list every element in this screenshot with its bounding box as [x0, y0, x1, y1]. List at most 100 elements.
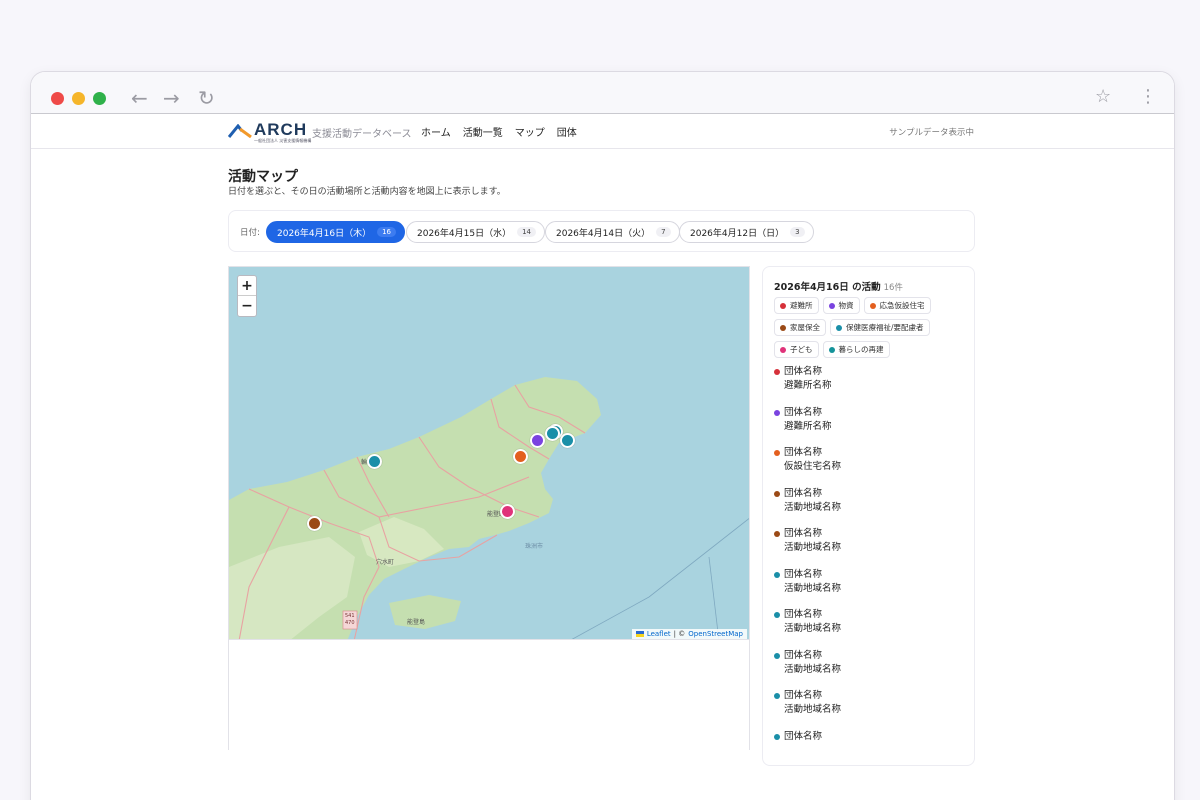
attribution-separator: | © [673, 630, 686, 638]
activity-place: 活動地域名称 [784, 542, 842, 553]
map-marker[interactable] [367, 454, 382, 469]
date-chip-0416[interactable]: 2026年4月16日（木） 16 [266, 221, 406, 243]
minimize-window-button[interactable] [72, 92, 85, 105]
activity-item[interactable]: 団体名称 活動地域名称 [774, 566, 969, 607]
activity-org: 団体名称 [784, 487, 823, 499]
activity-org: 団体名称 [784, 690, 823, 701]
nav-link-organizations[interactable]: 団体 [557, 124, 577, 139]
activity-item[interactable]: 団体名称 活動地域名称 [774, 687, 969, 728]
category-dot-icon [774, 652, 780, 659]
category-dot-icon [774, 531, 780, 537]
category-dot-icon [774, 693, 780, 699]
nav-link-home[interactable]: ホーム [421, 124, 451, 139]
date-chip-count: 14 [517, 227, 537, 237]
supplies-dot-icon [828, 302, 835, 309]
activity-item[interactable]: 団体名称仮設住宅名称 [774, 444, 969, 485]
category-dot-icon [774, 571, 780, 578]
date-chip-0412[interactable]: 2026年4月12日（日） 3 [679, 221, 814, 243]
activity-item[interactable]: 団体名称 避難所名称 [774, 404, 969, 445]
legend-tag-shelter[interactable]: 避難所 [774, 297, 819, 314]
map-attribution: Leaflet | © OpenStreetMap [631, 629, 747, 639]
activity-item[interactable]: 団体名称活動地域名称 [774, 485, 969, 526]
activity-panel: 2026年4月16日 の活動 16件 避難所 物資 応急仮設住宅 家屋保全 保健医… [762, 266, 975, 766]
legend-label: 家屋保全 [790, 323, 820, 332]
map-label-anamizu: 穴水町 [376, 559, 395, 566]
date-chip-label: 2026年4月14日（火） [556, 228, 651, 239]
category-legend: 避難所 物資 応急仮設住宅 家屋保全 保健医療福祉/要配慮者 子ども 暮らしの再… [774, 297, 969, 358]
activity-place: 活動地域名称 [784, 623, 842, 634]
date-chip-0415[interactable]: 2026年4月15日（水） 14 [406, 221, 546, 243]
date-chip-label: 2026年4月12日（日） [690, 228, 785, 239]
legend-tag-healthcare[interactable]: 保健医療福祉/要配慮者 [830, 319, 930, 336]
forward-arrow-icon[interactable]: → [163, 86, 180, 110]
date-chip-0414[interactable]: 2026年4月14日（火） 7 [545, 221, 680, 243]
ukraine-flag-icon [635, 631, 644, 637]
nav-link-activities[interactable]: 活動一覧 [463, 124, 503, 139]
close-window-button[interactable] [51, 92, 64, 105]
legend-tag-house[interactable]: 家屋保全 [774, 319, 826, 336]
healthcare-dot-icon [836, 324, 842, 331]
activity-org: 団体名称 [784, 447, 823, 458]
map-marker[interactable] [513, 449, 528, 464]
back-arrow-icon[interactable]: ← [131, 86, 148, 110]
map-marker[interactable] [500, 504, 515, 519]
logo-subtext: 一般社団法人 災害支援情報機構 [254, 138, 312, 143]
map-marker[interactable] [560, 433, 575, 448]
map-marker[interactable] [530, 433, 545, 448]
temp-housing-dot-icon [869, 302, 876, 309]
shelter-dot-icon [780, 302, 786, 309]
legend-label: 物資 [838, 301, 854, 310]
activity-item[interactable]: 団体名称 避難所名称 [774, 363, 969, 404]
leaflet-link[interactable]: Leaflet [647, 630, 671, 638]
activity-org: 団体名称 [784, 528, 823, 539]
nav-link-map[interactable]: マップ [515, 124, 545, 139]
legend-tag-rebuild[interactable]: 暮らしの再建 [822, 341, 890, 358]
legend-label: 保健医療福祉/要配慮者 [846, 323, 924, 332]
more-menu-icon[interactable]: ⋮ [1139, 86, 1157, 107]
arch-logo-icon [228, 124, 252, 138]
page-description: 日付を選ぶと、その日の活動場所と活動内容を地図上に表示します。 [228, 187, 506, 197]
legend-label: 避難所 [790, 301, 813, 310]
map-marker[interactable] [307, 516, 322, 531]
panel-title-text: 2026年4月16日 の活動 [774, 282, 881, 293]
legend-tag-temp-housing[interactable]: 応急仮設住宅 [863, 297, 931, 314]
map-marker[interactable] [545, 426, 560, 441]
arch-logo[interactable]: ARCH 一般社団法人 災害支援情報機構 [228, 120, 312, 144]
activity-place: 仮設住宅名称 [784, 461, 842, 472]
map-label-notojima: 能登島 [407, 619, 426, 626]
activity-count: 16件 [883, 283, 903, 293]
activity-place: 避難所名称 [784, 380, 832, 391]
activity-org: 団体名称 [784, 609, 823, 620]
house-dot-icon [780, 324, 786, 331]
date-chip-count: 7 [656, 227, 671, 237]
activity-item[interactable]: 団体名称 [774, 728, 969, 766]
activity-item[interactable]: 団体名称活動地域名称 [774, 525, 969, 566]
legend-label: 応急仮設住宅 [879, 301, 925, 310]
page-title: 活動マップ [228, 169, 298, 185]
zoom-out-button[interactable]: − [238, 296, 256, 316]
osm-link[interactable]: OpenStreetMap [688, 630, 743, 638]
activity-place: 避難所名称 [784, 420, 832, 432]
activity-item[interactable]: 団体名称活動地域名称 [774, 606, 969, 647]
zoom-in-button[interactable]: + [238, 276, 256, 296]
date-chip-label: 2026年4月15日（水） [417, 228, 512, 239]
legend-label: 子ども [790, 345, 813, 354]
legend-tag-supplies[interactable]: 物資 [822, 297, 860, 314]
activity-place: 活動地域名称 [784, 501, 842, 513]
date-filter-bar: 日付: 2026年4月16日（木） 16 2026年4月15日（水） 14 20… [228, 210, 975, 252]
main-nav: ホーム 活動一覧 マップ 団体 [421, 124, 577, 139]
category-dot-icon [774, 612, 780, 618]
legend-tag-children[interactable]: 子ども [774, 341, 819, 358]
maximize-window-button[interactable] [93, 92, 106, 105]
category-dot-icon [774, 490, 780, 497]
map-label-sea: 珠洲市 [525, 543, 544, 550]
bookmark-star-icon[interactable]: ☆ [1095, 86, 1111, 107]
browser-toolbar: ← → ↻ ☆ ⋮ [31, 72, 1174, 114]
activity-map[interactable]: 輪島市 能登町 珠洲市 穴水町 能登島 541 470 + − Leaflet … [228, 266, 750, 640]
activity-item[interactable]: 団体名称 活動地域名称 [774, 647, 969, 688]
sample-data-notice: サンプルデータ表示中 [889, 128, 974, 138]
reload-icon[interactable]: ↻ [198, 86, 215, 110]
category-dot-icon [774, 733, 780, 740]
rebuild-dot-icon [828, 346, 835, 353]
panel-title: 2026年4月16日 の活動 16件 [774, 279, 903, 293]
